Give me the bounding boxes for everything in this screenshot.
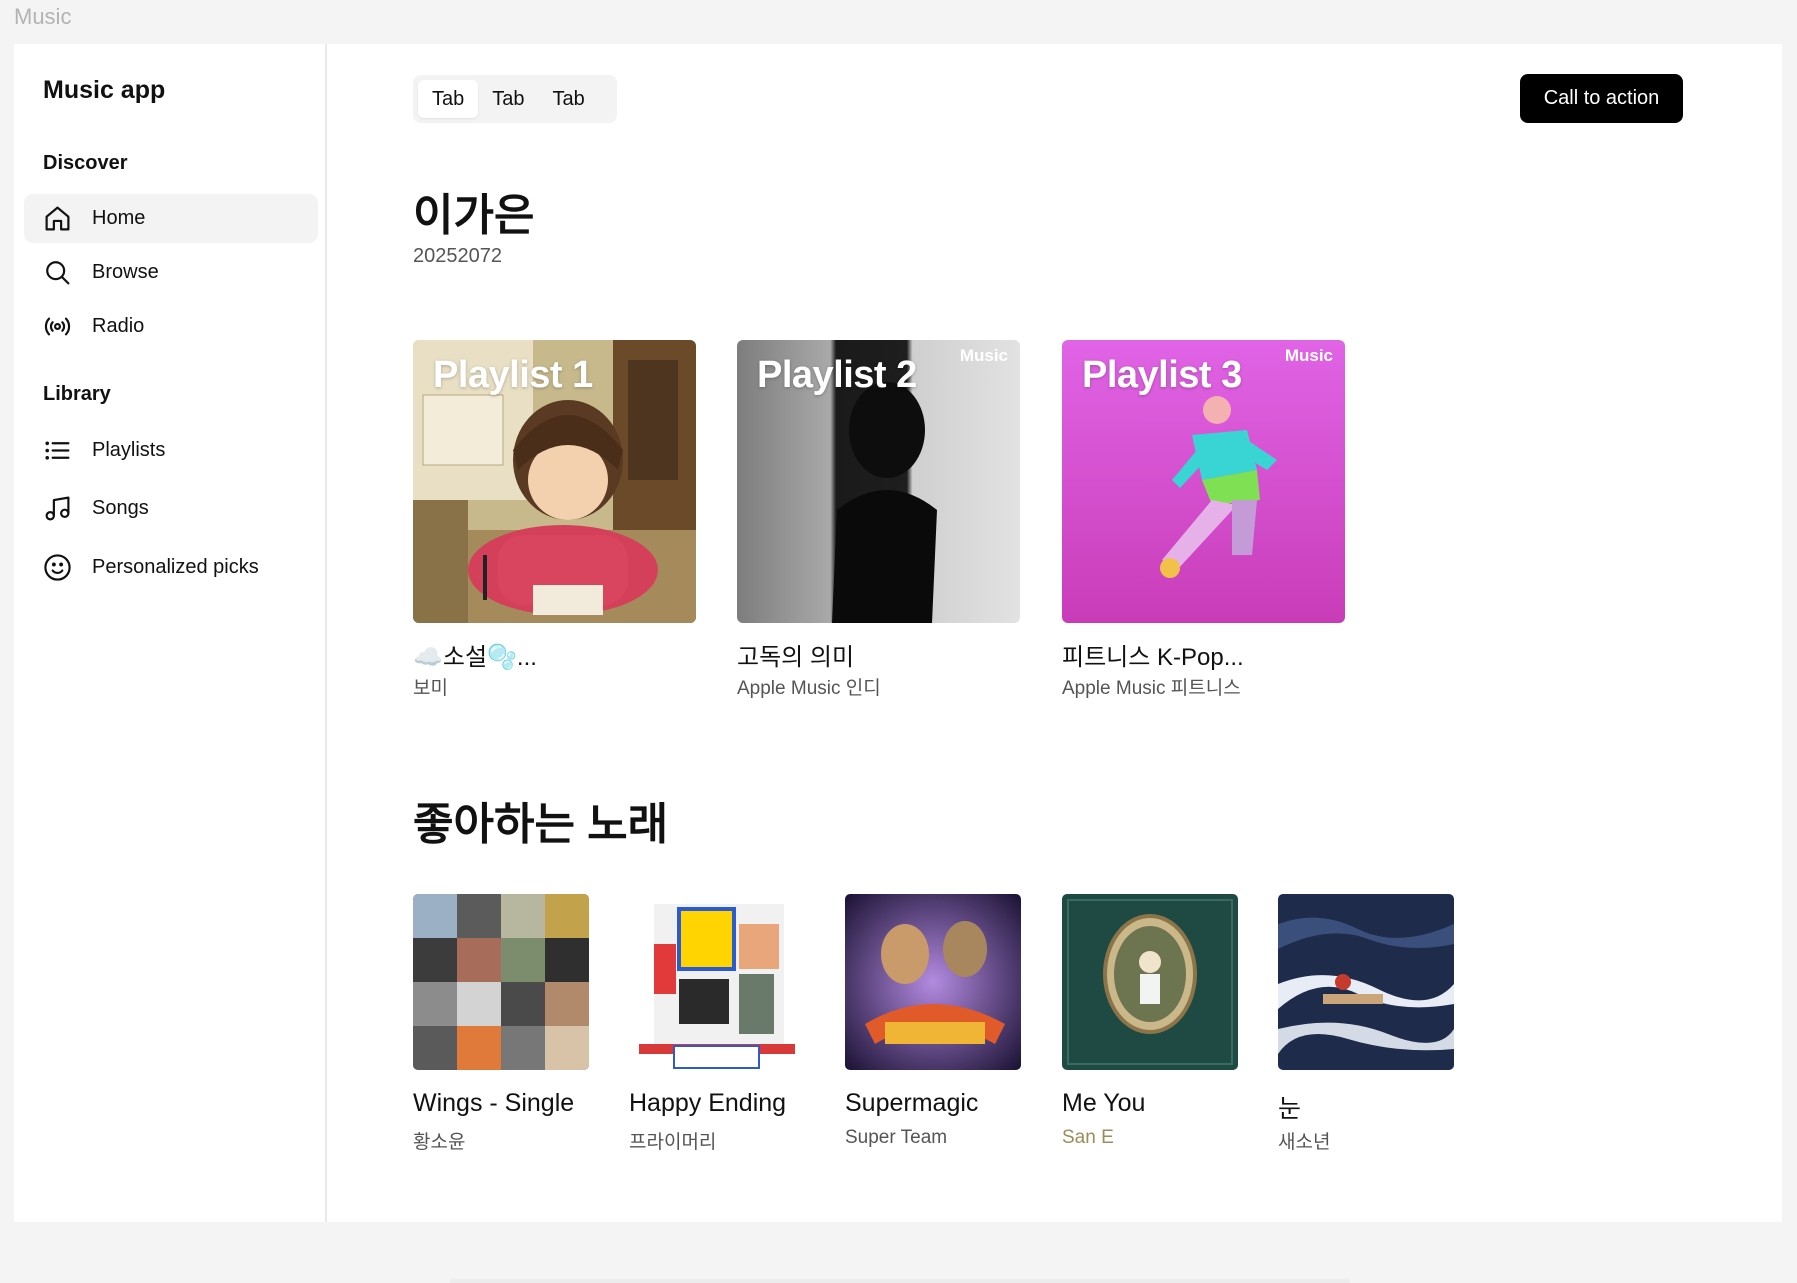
song-1-artwork [413, 894, 589, 1070]
window-title: Music [14, 4, 72, 29]
playlist-title[interactable]: ☁️소설🫧... [413, 637, 703, 672]
profile-id: 20252072 [413, 245, 502, 267]
playlist-title[interactable]: 고독의 의미 [737, 637, 1027, 672]
playlist-cover-2[interactable]: Playlist 2 Music [737, 340, 1020, 623]
tab-group: Tab Tab Tab [413, 75, 617, 123]
playlist-card-2[interactable]: Playlist 2 Music 고독의 의미 Apple Music 인디 [737, 340, 1027, 699]
playlist-subtitle[interactable]: 보미 [413, 673, 448, 700]
music-note-icon [43, 494, 72, 523]
song-cover-2[interactable] [629, 894, 805, 1070]
song-5-artwork [1278, 894, 1454, 1070]
song-title[interactable]: 눈 [1278, 1089, 1301, 1125]
sidebar: Music app Discover Home Browse Radio Lib… [14, 44, 327, 1222]
song-artist[interactable]: San E [1062, 1127, 1114, 1149]
song-title[interactable]: Happy Ending [629, 1089, 786, 1118]
discover-section-label: Discover [43, 152, 128, 174]
playlist-subtitle[interactable]: Apple Music 피트니스 [1062, 673, 1241, 700]
song-3-artwork [845, 894, 1021, 1070]
song-artist[interactable]: 황소윤 [413, 1127, 465, 1154]
tab-1[interactable]: Tab [418, 80, 479, 118]
sidebar-item-browse[interactable]: Browse [24, 248, 318, 297]
sidebar-item-label: Personalized picks [92, 556, 259, 578]
apple-music-badge: Music [960, 346, 1008, 366]
radio-icon [43, 312, 72, 341]
sidebar-item-personalized-picks[interactable]: Personalized picks [24, 543, 318, 592]
playlist-cover-1[interactable]: Playlist 1 [413, 340, 696, 623]
playlist-cover-3[interactable]: Playlist 3 Music [1062, 340, 1345, 623]
sidebar-item-songs[interactable]: Songs [24, 484, 318, 533]
app-window: Music app Discover Home Browse Radio Lib… [14, 44, 1782, 1222]
profile-name: 이가은 [413, 191, 535, 240]
playlist-cover-title: Playlist 2 [757, 354, 917, 396]
song-artist[interactable]: 새소년 [1278, 1127, 1330, 1154]
song-cover-4[interactable] [1062, 894, 1238, 1070]
main-content: Tab Tab Tab Call to action 이가은 20252072 [327, 44, 1782, 1222]
apple-music-badge: Music [1285, 346, 1333, 366]
sidebar-item-label: Playlists [92, 439, 166, 461]
list-icon [43, 436, 72, 465]
song-card-3[interactable]: Supermagic Super Team [845, 894, 1045, 1148]
home-icon [43, 204, 72, 233]
playlist-card-3[interactable]: Playlist 3 Music 피트니스 K-Pop... Apple Mus… [1062, 340, 1352, 699]
playlist-subtitle[interactable]: Apple Music 인디 [737, 673, 881, 700]
song-artist[interactable]: Super Team [845, 1127, 947, 1149]
tab-3[interactable]: Tab [539, 80, 599, 118]
song-cover-1[interactable] [413, 894, 589, 1070]
song-card-5[interactable]: 눈 새소년 [1278, 894, 1478, 1153]
sidebar-item-label: Songs [92, 497, 149, 519]
song-card-1[interactable]: Wings - Single 황소윤 [413, 894, 613, 1153]
sidebar-item-home[interactable]: Home [24, 194, 318, 243]
library-section-label: Library [43, 383, 111, 405]
song-cover-3[interactable] [845, 894, 1021, 1070]
favorite-songs-heading: 좋아하는 노래 [413, 800, 669, 849]
song-card-2[interactable]: Happy Ending 프라이머리 [629, 894, 829, 1153]
apple-music-badge-text: Music [959, 346, 1008, 365]
playlist-card-1[interactable]: Playlist 1 ☁️소설🫧... 보미 [413, 340, 703, 699]
tab-2[interactable]: Tab [478, 80, 538, 118]
playlist-cover-title: Playlist 3 [1082, 354, 1242, 396]
sidebar-item-label: Radio [92, 315, 145, 337]
sidebar-item-label: Browse [92, 261, 159, 283]
sidebar-item-playlists[interactable]: Playlists [24, 426, 318, 475]
call-to-action-button[interactable]: Call to action [1520, 74, 1683, 123]
song-2-artwork [629, 894, 805, 1070]
apple-music-badge-text: Music [1284, 346, 1333, 365]
song-title[interactable]: Wings - Single [413, 1089, 574, 1118]
search-icon [43, 258, 72, 287]
song-title[interactable]: Me You [1062, 1089, 1145, 1118]
app-title: Music app [43, 76, 166, 104]
playlist-title[interactable]: 피트니스 K-Pop... [1062, 637, 1352, 672]
song-cover-5[interactable] [1278, 894, 1454, 1070]
song-4-artwork [1062, 894, 1238, 1070]
smiley-icon [43, 553, 72, 582]
song-artist[interactable]: 프라이머리 [629, 1127, 716, 1154]
sidebar-item-radio[interactable]: Radio [24, 302, 318, 351]
song-title[interactable]: Supermagic [845, 1089, 978, 1118]
sidebar-item-label: Home [92, 207, 146, 229]
playlist-cover-title: Playlist 1 [433, 354, 593, 396]
bottom-scroll-hint [450, 1279, 1350, 1283]
song-card-4[interactable]: Me You San E [1062, 894, 1262, 1148]
